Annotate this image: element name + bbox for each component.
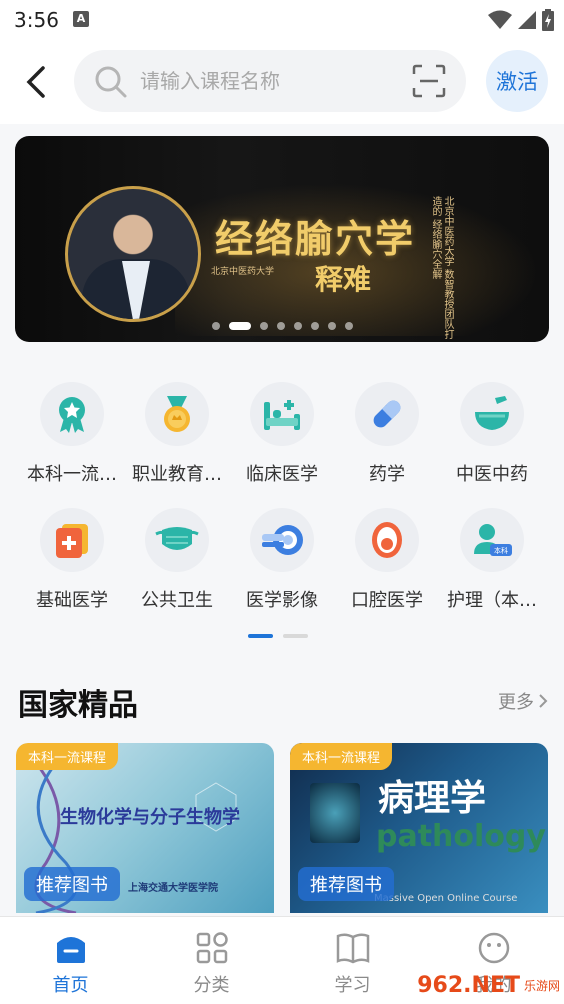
home-icon xyxy=(56,937,85,963)
category-item[interactable]: 本科 护理（本… xyxy=(440,508,544,612)
book-icon xyxy=(336,933,369,964)
category-row-2: 基础医学 公共卫生 医学影像 口腔医学 本科 护理（本… xyxy=(20,508,544,612)
tab-label: 分类 xyxy=(193,975,230,996)
category-item[interactable]: 本科一流… xyxy=(20,382,124,486)
banner-dot[interactable] xyxy=(293,322,302,330)
course-title: 病理学 xyxy=(378,777,487,819)
system-icons xyxy=(488,8,554,32)
category-item[interactable]: 职业教育… xyxy=(125,382,229,486)
search-input[interactable] xyxy=(140,62,400,100)
more-label: 更多 xyxy=(498,692,534,713)
recommend-book-button[interactable]: 推荐图书 xyxy=(24,867,120,901)
category-label: 临床医学 xyxy=(246,464,318,485)
search-bar[interactable] xyxy=(74,50,466,112)
nurse-icon: 本科 xyxy=(474,524,512,556)
signal-icon xyxy=(518,11,536,29)
watermark-main: 962.NET xyxy=(417,973,520,998)
gold-medal-icon xyxy=(164,396,190,432)
face-mask-icon xyxy=(155,527,199,550)
hospital-bed-icon xyxy=(264,400,300,430)
course-footer: Massive Open Online Course xyxy=(374,893,518,904)
recommend-book-button[interactable]: 推荐图书 xyxy=(298,867,394,901)
site-watermark: 962.NET 乐游网 xyxy=(417,973,560,998)
smiley-icon xyxy=(478,932,509,964)
tab-study[interactable]: 学习 xyxy=(282,917,423,1004)
search-icon xyxy=(95,66,127,98)
category-row-1: 本科一流… 职业教育… 临床医学 药学 中医中药 xyxy=(20,382,544,486)
banner-dot[interactable] xyxy=(310,322,319,330)
category-item[interactable]: 医学影像 xyxy=(230,508,334,612)
scanner-icon xyxy=(262,525,303,555)
capsule-icon xyxy=(373,400,401,428)
category-item[interactable]: 临床医学 xyxy=(230,382,334,486)
watermark-sub: 乐游网 xyxy=(523,979,560,993)
tab-label: 首页 xyxy=(52,975,89,996)
tab-label: 学习 xyxy=(334,975,371,996)
category-item[interactable]: 公共卫生 xyxy=(125,508,229,612)
course-university: 上海交通大学医学院 xyxy=(128,883,218,894)
category-item[interactable]: 基础医学 xyxy=(20,508,124,612)
ribbon-medal-icon xyxy=(59,397,85,433)
course-card[interactable]: 本科一流课程 病理学 pathology Massive Open Online… xyxy=(290,743,548,913)
wifi-icon xyxy=(488,10,512,29)
notification-a-icon: A xyxy=(73,11,89,27)
category-label: 口腔医学 xyxy=(351,590,423,611)
course-tag: 本科一流课程 xyxy=(290,743,393,770)
category-pager xyxy=(248,634,308,638)
tab-home[interactable]: 首页 xyxy=(0,917,141,1004)
scan-icon[interactable] xyxy=(412,64,446,98)
banner-pager xyxy=(15,322,549,330)
course-tag: 本科一流课程 xyxy=(16,743,119,770)
banner-side-text: 北京中医药大学 数智教授团队打造的 经络腧穴全解 xyxy=(430,196,453,340)
banner-dot[interactable] xyxy=(327,322,336,330)
category-item[interactable]: 中医中药 xyxy=(440,382,544,486)
status-bar: 3:56 A xyxy=(0,0,564,40)
tab-category[interactable]: 分类 xyxy=(141,917,282,1004)
chevron-right-icon xyxy=(539,694,548,708)
category-label: 护理（本… xyxy=(447,590,537,611)
mouth-icon xyxy=(372,522,402,558)
category-label: 职业教育… xyxy=(132,464,222,485)
banner-dot[interactable] xyxy=(344,322,353,330)
category-grid-icon xyxy=(196,932,228,964)
banner-dot[interactable] xyxy=(259,322,268,330)
nurse-badge-text: 本科 xyxy=(494,546,508,555)
section-title: 国家精品 xyxy=(18,688,138,723)
course-card[interactable]: 本科一流课程 生物化学与分子生物学 上海交通大学医学院 推荐图书 xyxy=(16,743,274,913)
banner-subtitle: 释难 xyxy=(315,263,372,296)
category-item[interactable]: 口腔医学 xyxy=(335,508,439,612)
category-label: 基础医学 xyxy=(36,590,108,611)
category-label: 医学影像 xyxy=(246,590,318,611)
promo-banner[interactable]: 经络腧穴学 释难 北京中医药大学 北京中医药大学 数智教授团队打造的 经络腧穴全… xyxy=(15,136,549,342)
banner-dot-active[interactable] xyxy=(228,322,251,330)
banner-dot[interactable] xyxy=(276,322,285,330)
first-aid-kit-icon xyxy=(56,524,88,558)
category-label: 药学 xyxy=(369,464,405,485)
course-english-title: pathology xyxy=(376,819,546,854)
microscope-image xyxy=(310,783,360,843)
battery-icon xyxy=(542,9,554,31)
header: 激活 xyxy=(0,40,564,124)
more-link[interactable]: 更多 xyxy=(498,688,548,714)
status-time: 3:56 xyxy=(14,8,59,32)
pager-dot-active[interactable] xyxy=(248,634,273,638)
back-button[interactable] xyxy=(18,60,54,104)
banner-title: 经络腧穴学 xyxy=(215,216,416,261)
banner-university: 北京中医药大学 xyxy=(211,267,275,277)
category-label: 本科一流… xyxy=(27,464,117,485)
back-arrow-icon xyxy=(26,66,45,98)
category-label: 中医中药 xyxy=(456,464,528,485)
pager-dot[interactable] xyxy=(283,634,308,638)
activate-button[interactable]: 激活 xyxy=(486,50,548,112)
course-title: 生物化学与分子生物学 xyxy=(60,807,240,828)
mortar-pestle-icon xyxy=(475,396,509,430)
category-item[interactable]: 药学 xyxy=(335,382,439,486)
lecturer-portrait xyxy=(65,186,201,322)
banner-dot[interactable] xyxy=(211,322,220,330)
category-label: 公共卫生 xyxy=(141,590,213,611)
